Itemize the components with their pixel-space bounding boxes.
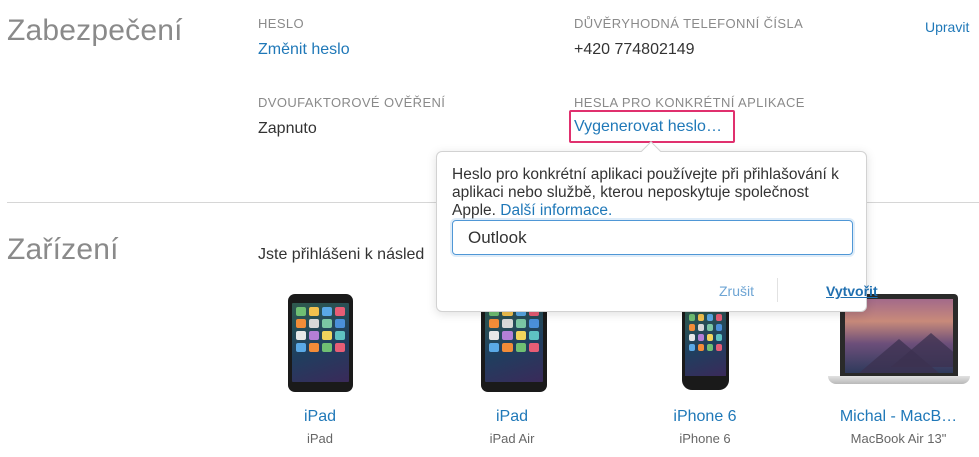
trusted-phone-number: +420 774802149 (574, 41, 695, 58)
device-model: MacBook Air 13" (850, 431, 947, 446)
change-password-link[interactable]: Změnit heslo (258, 41, 350, 59)
popover-description: Heslo pro konkrétní aplikaci používejte … (452, 166, 852, 220)
app-name-input-value: Outlook (468, 227, 527, 247)
device-name[interactable]: iPad (452, 408, 572, 426)
devices-section-title: Zařízení (7, 233, 119, 266)
device-model: iPad Air (489, 431, 535, 446)
app-passwords-label: HESLA PRO KONKRÉTNÍ APLIKACE (574, 95, 805, 110)
app-name-input[interactable]: Outlook (452, 220, 853, 255)
device-card[interactable]: iPhone 6 iPhone 6 (645, 292, 765, 452)
device-name[interactable]: Michal - MacB… (826, 408, 971, 426)
device-card[interactable]: iPad iPad (260, 292, 380, 452)
password-label: HESLO (258, 16, 305, 31)
security-section-title: Zabezpečení (7, 14, 183, 47)
edit-button[interactable]: Upravit (925, 19, 969, 35)
create-button[interactable]: Vytvořit (826, 283, 878, 299)
device-card[interactable]: Michal - MacB… MacBook Air 13" (826, 292, 971, 452)
device-card[interactable]: iPad iPad Air (452, 292, 572, 452)
trusted-numbers-label: DŮVĚRYHODNÁ TELEFONNÍ ČÍSLA (574, 16, 804, 31)
button-separator (777, 278, 778, 302)
device-name[interactable]: iPhone 6 (645, 408, 765, 426)
highlight-frame (569, 110, 735, 143)
device-model: iPad (306, 431, 334, 446)
cancel-button[interactable]: Zrušit (719, 283, 754, 299)
ipad-mini-icon (288, 294, 353, 392)
app-password-popover: Heslo pro konkrétní aplikaci používejte … (436, 151, 878, 312)
device-name[interactable]: iPad (260, 408, 380, 426)
two-factor-label: DVOUFAKTOROVÉ OVĚŘENÍ (258, 95, 446, 110)
devices-intro-text: Jste přihlášeni k násled (258, 246, 425, 263)
two-factor-value: Zapnuto (258, 120, 317, 137)
device-model: iPhone 6 (679, 431, 731, 446)
more-info-link[interactable]: Další informace. (500, 202, 612, 219)
